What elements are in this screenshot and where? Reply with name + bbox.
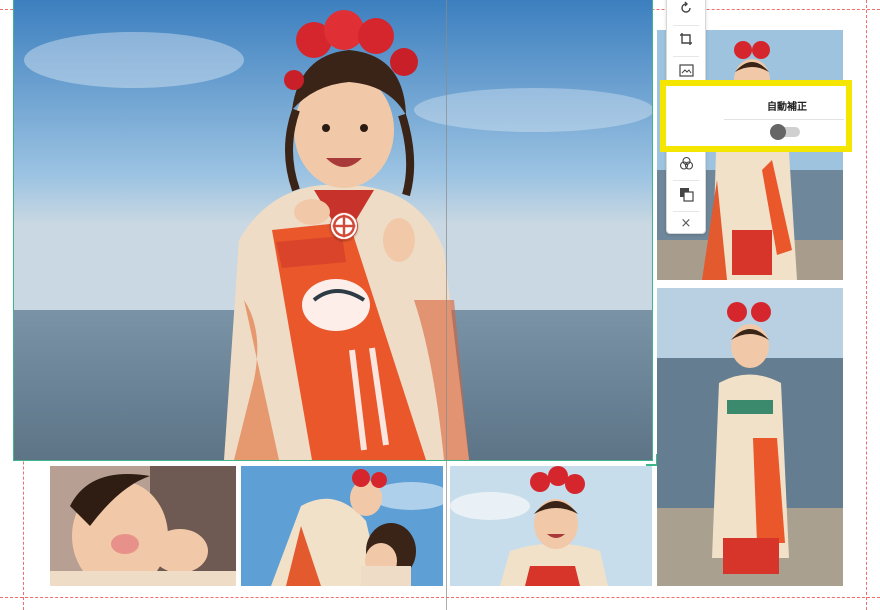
- panel-divider: [724, 119, 844, 120]
- move-handle-icon[interactable]: [330, 212, 358, 240]
- rotate-icon[interactable]: [667, 0, 705, 23]
- guide-bottom: [0, 597, 880, 598]
- color-filter-icon[interactable]: [667, 148, 705, 178]
- main-photo[interactable]: [13, 0, 653, 461]
- close-icon[interactable]: ×: [667, 208, 705, 238]
- photo-bottom-3[interactable]: [450, 466, 652, 586]
- center-guide: [446, 0, 447, 610]
- photo-bottom-2[interactable]: [241, 466, 443, 586]
- layer-order-icon[interactable]: [667, 179, 705, 209]
- auto-correct-label: 自動補正: [767, 102, 807, 113]
- auto-correct-panel: 自動補正: [660, 80, 852, 152]
- toggle-knob: [770, 124, 786, 140]
- guide-right: [866, 0, 867, 610]
- photo-right-bottom[interactable]: [657, 288, 843, 586]
- photo-bottom-1[interactable]: [50, 466, 236, 586]
- auto-correct-toggle[interactable]: [770, 124, 800, 140]
- crop-icon[interactable]: [667, 24, 705, 54]
